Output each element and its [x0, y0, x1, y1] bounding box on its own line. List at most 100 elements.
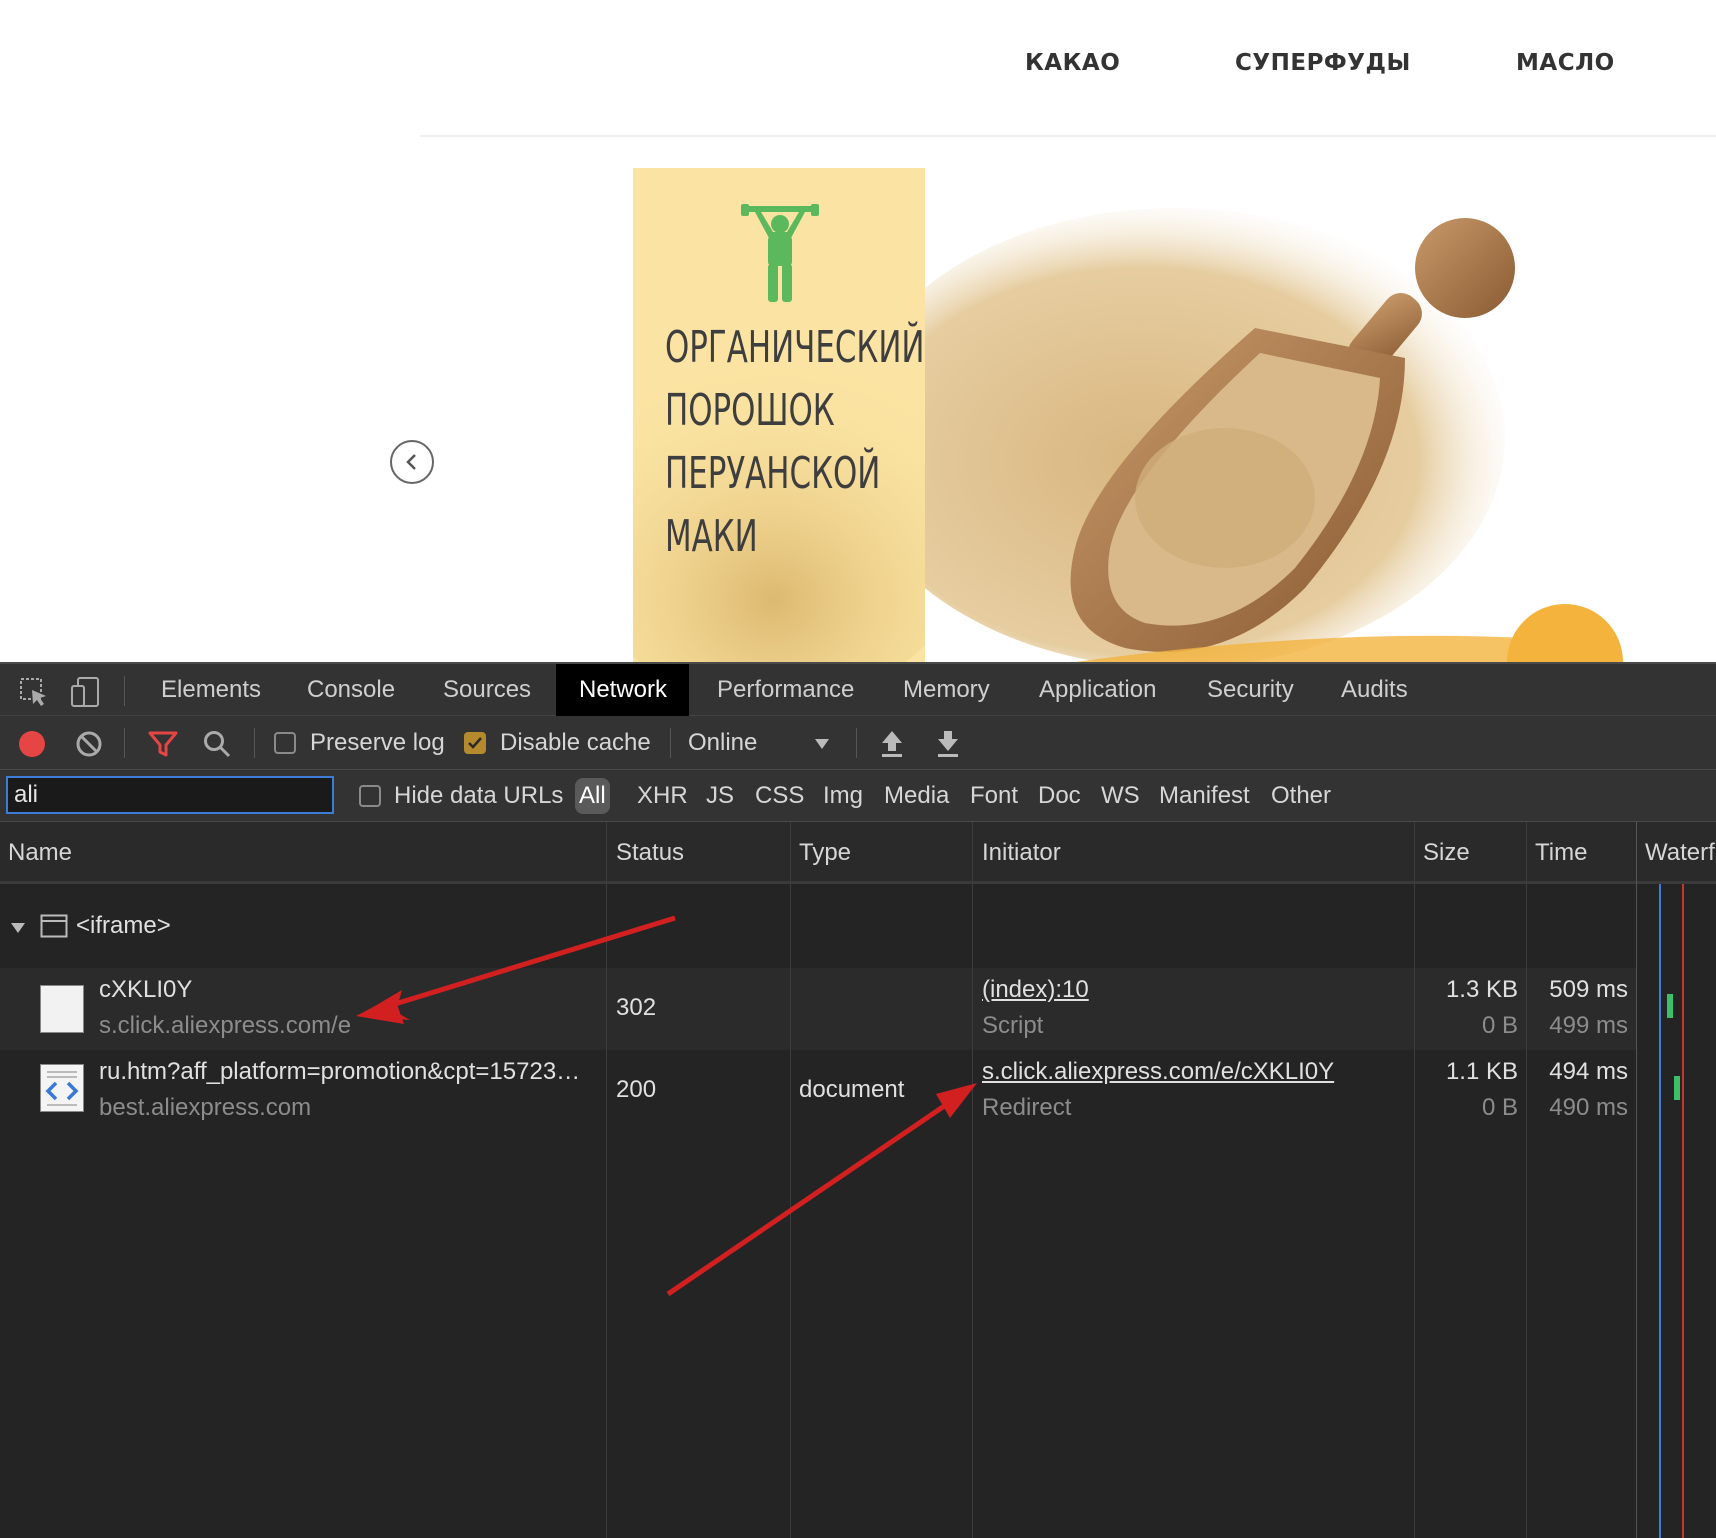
column-header-name[interactable]: Name — [8, 822, 72, 884]
table-row[interactable]: cXKLI0Y s.click.aliexpress.com/e 302 (in… — [0, 968, 1636, 1050]
type-filter-all[interactable]: All — [575, 778, 610, 814]
column-divider[interactable] — [972, 822, 973, 1538]
slider-prev-button[interactable] — [390, 440, 434, 484]
clear-icon[interactable] — [74, 729, 104, 759]
group-label: <iframe> — [76, 912, 171, 939]
type-filter-ws[interactable]: WS — [1097, 778, 1144, 814]
devtools-panel: Elements Console Sources Network Perform… — [0, 662, 1716, 1538]
request-initiator-link[interactable]: s.click.aliexpress.com/e/cXKLI0Y — [982, 1058, 1334, 1086]
frame-icon — [40, 914, 68, 938]
type-filter-xhr[interactable]: XHR — [633, 778, 692, 814]
request-domain: best.aliexpress.com — [99, 1094, 312, 1121]
column-header-type[interactable]: Type — [799, 822, 851, 884]
banner-title: ОРГАНИЧЕСКИЙ ПОРОШОК ПЕРУАНСКОЙ МАКИ — [665, 322, 925, 562]
request-resource-size: 0 B — [1481, 1094, 1518, 1121]
request-time: 509 ms — [1549, 976, 1628, 1003]
waterfall-bar[interactable] — [1674, 1076, 1680, 1100]
weightlifter-icon — [741, 204, 819, 302]
table-row[interactable]: ru.htm?aff_platform=promotion&cpt=15723…… — [0, 1050, 1636, 1132]
request-name: ru.htm?aff_platform=promotion&cpt=15723… — [99, 1058, 581, 1085]
filter-icon[interactable] — [148, 730, 178, 758]
html-document-icon — [45, 1071, 79, 1106]
tabs-separator — [124, 676, 125, 706]
tab-network[interactable]: Network — [556, 664, 690, 718]
load-event-line — [1682, 884, 1684, 1538]
tab-console[interactable]: Console — [307, 664, 395, 718]
document-file-icon — [40, 1064, 84, 1112]
column-header-time[interactable]: Time — [1535, 822, 1587, 884]
hide-data-urls-label[interactable]: Hide data URLs — [394, 782, 563, 810]
nav-link-superfoods[interactable]: СУПЕРФУДЫ — [1235, 50, 1411, 76]
network-toolbar: Preserve log Disable cache Online — [0, 716, 1716, 770]
type-filter-js[interactable]: JS — [702, 778, 738, 814]
filter-input[interactable] — [6, 776, 334, 814]
column-header-waterfall[interactable]: Waterf — [1645, 822, 1715, 884]
column-divider[interactable] — [1414, 822, 1415, 1538]
request-resource-size: 0 B — [1481, 1012, 1518, 1039]
request-initiator-link[interactable]: (index):10 — [982, 976, 1089, 1004]
toolbar-separator — [670, 728, 671, 758]
nav-link-cocoa[interactable]: КАКАО — [1025, 50, 1120, 76]
tab-sources[interactable]: Sources — [443, 664, 531, 718]
dropdown-arrow-icon — [815, 739, 829, 749]
banner-text-panel: ОРГАНИЧЕСКИЙ ПОРОШОК ПЕРУАНСКОЙ МАКИ — [633, 168, 925, 662]
waterfall-bar[interactable] — [1667, 994, 1673, 1018]
record-icon[interactable] — [17, 729, 47, 759]
disable-cache-label[interactable]: Disable cache — [500, 729, 651, 757]
request-size: 1.3 KB — [1445, 976, 1518, 1003]
network-request-table: Name Status Type Initiator Size Time Wat… — [0, 822, 1716, 1538]
toolbar-separator — [856, 728, 857, 758]
request-size: 1.1 KB — [1445, 1058, 1518, 1085]
expand-triangle-icon[interactable] — [10, 922, 26, 934]
column-header-initiator[interactable]: Initiator — [982, 822, 1061, 884]
request-name: cXKLI0Y — [99, 976, 193, 1003]
column-divider[interactable] — [606, 822, 607, 1538]
type-filter-manifest[interactable]: Manifest — [1155, 778, 1254, 814]
type-filter-css[interactable]: CSS — [751, 778, 808, 814]
devtools-tabs-bar: Elements Console Sources Network Perform… — [0, 662, 1716, 718]
throttling-select[interactable]: Online — [688, 722, 836, 764]
tab-application[interactable]: Application — [1039, 664, 1156, 718]
nav-divider — [420, 135, 1716, 137]
request-status: 302 — [616, 994, 657, 1021]
column-header-size[interactable]: Size — [1423, 822, 1470, 884]
column-header-status[interactable]: Status — [616, 822, 684, 884]
disable-cache-checkbox[interactable] — [464, 732, 486, 754]
column-divider[interactable] — [1526, 822, 1527, 1538]
maca-powder-scoop-photo — [845, 168, 1633, 662]
request-status: 200 — [616, 1076, 657, 1103]
tab-elements[interactable]: Elements — [161, 664, 261, 718]
search-icon[interactable] — [202, 729, 232, 759]
export-har-icon[interactable] — [936, 729, 960, 759]
toolbar-separator — [124, 728, 125, 758]
tab-security[interactable]: Security — [1207, 664, 1294, 718]
group-row-iframe[interactable]: <iframe> — [0, 884, 1636, 968]
promo-banner[interactable]: ОРГАНИЧЕСКИЙ ПОРОШОК ПЕРУАНСКОЙ МАКИ — [633, 168, 1633, 662]
preserve-log-label[interactable]: Preserve log — [310, 729, 445, 757]
request-initiator-type: Script — [982, 1012, 1044, 1039]
request-type: document — [799, 1076, 905, 1103]
type-filter-font[interactable]: Font — [966, 778, 1022, 814]
type-filter-media[interactable]: Media — [880, 778, 953, 814]
inspect-element-icon[interactable] — [18, 676, 50, 708]
throttling-value: Online — [688, 729, 758, 756]
network-filter-bar: Hide data URLs All XHR JS CSS Img Media … — [0, 770, 1716, 822]
import-har-icon[interactable] — [880, 729, 904, 759]
column-divider[interactable] — [790, 822, 791, 1538]
request-latency: 490 ms — [1549, 1094, 1628, 1121]
request-latency: 499 ms — [1549, 1012, 1628, 1039]
nav-link-oil[interactable]: МАСЛО — [1516, 50, 1615, 76]
tab-performance[interactable]: Performance — [717, 664, 854, 718]
dom-content-loaded-line — [1659, 884, 1661, 1538]
tab-audits[interactable]: Audits — [1341, 664, 1408, 718]
request-domain: s.click.aliexpress.com/e — [99, 1012, 352, 1039]
type-filter-img[interactable]: Img — [819, 778, 867, 814]
toolbar-separator — [254, 728, 255, 758]
preserve-log-checkbox[interactable] — [274, 732, 296, 754]
website-viewport: КАКАО СУПЕРФУДЫ МАСЛО ОРГАНИЧЕСКИЙ ПОРОШ… — [0, 0, 1716, 662]
tab-memory[interactable]: Memory — [903, 664, 990, 718]
type-filter-other[interactable]: Other — [1267, 778, 1335, 814]
type-filter-doc[interactable]: Doc — [1034, 778, 1085, 814]
hide-data-urls-checkbox[interactable] — [359, 785, 381, 807]
device-toolbar-icon[interactable] — [70, 676, 102, 708]
